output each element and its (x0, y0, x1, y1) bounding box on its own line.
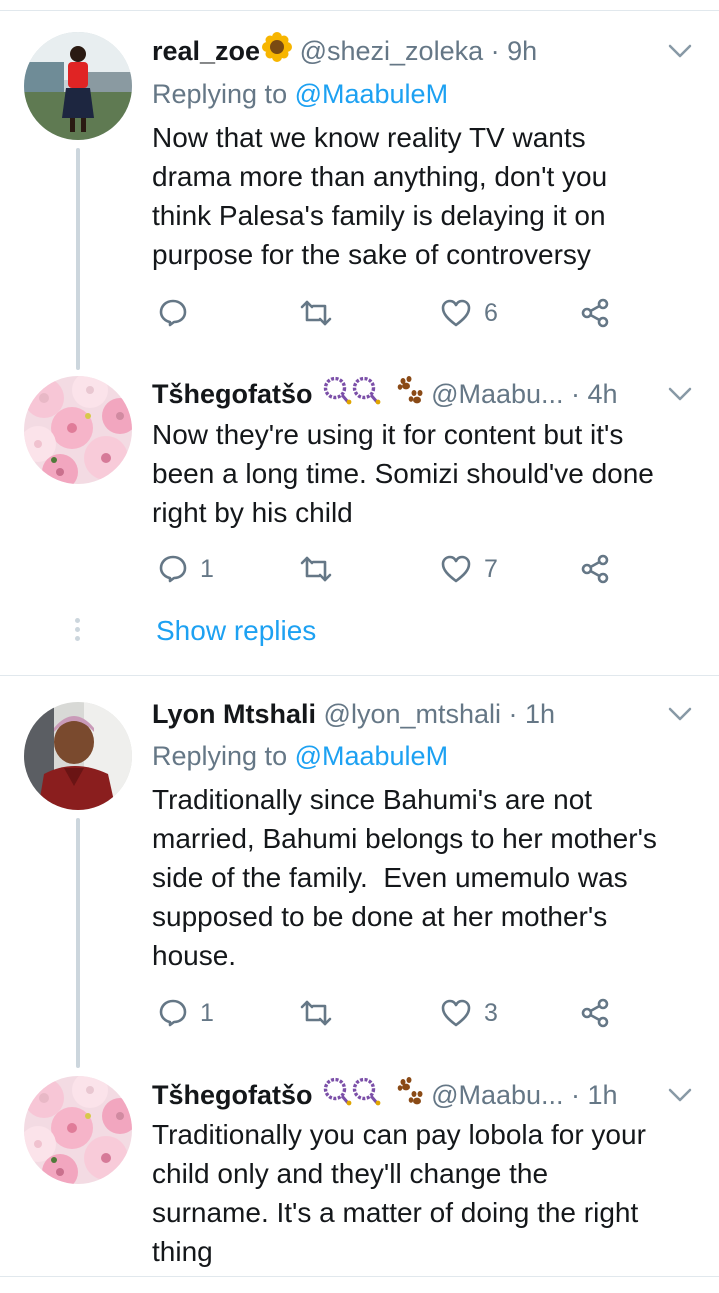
tweet-actions: 6 (152, 293, 632, 333)
tweet-actions: 1 7 (152, 549, 632, 589)
share-icon (580, 998, 610, 1028)
divider (0, 10, 719, 11)
retweet-icon (298, 298, 334, 328)
reply-icon (158, 998, 188, 1028)
share-icon (580, 554, 610, 584)
share-button[interactable] (580, 293, 610, 333)
reply-icon (158, 298, 188, 328)
retweet-icon (298, 554, 334, 584)
thread-line (76, 148, 80, 370)
reply-count: 1 (200, 998, 214, 1027)
avatar[interactable] (24, 1076, 132, 1184)
divider (0, 1276, 719, 1277)
handle[interactable]: @Maabu... (431, 379, 563, 409)
timestamp[interactable]: · 1h (509, 699, 556, 729)
prayer-beads-icon (322, 375, 384, 416)
display-name[interactable]: real_zoe (152, 36, 260, 66)
avatar[interactable] (24, 376, 132, 484)
show-replies-link[interactable]: Show replies (156, 611, 316, 651)
handle[interactable]: @lyon_mtshali (324, 699, 501, 729)
replying-prefix: Replying to (152, 741, 295, 771)
reply-button[interactable]: 1 (158, 993, 214, 1033)
timestamp[interactable]: · 4h (571, 379, 618, 409)
share-button[interactable] (580, 549, 610, 589)
chevron-down-icon[interactable] (667, 701, 693, 727)
tweet-text: Traditionally you can pay lobola for you… (152, 1119, 646, 1267)
display-name[interactable]: Tšhegofatšo (152, 1080, 313, 1110)
paw-prints-icon (394, 375, 424, 416)
share-button[interactable] (580, 993, 610, 1033)
timestamp[interactable]: · 9h (491, 36, 538, 66)
heart-icon (440, 998, 472, 1028)
sunflower-icon (262, 32, 293, 73)
replying-prefix: Replying to (152, 79, 295, 109)
timestamp[interactable]: · 1h (571, 1080, 618, 1110)
reply-icon (158, 554, 188, 584)
like-count: 3 (484, 998, 498, 1027)
like-count: 6 (484, 298, 498, 327)
handle[interactable]: @shezi_zoleka (300, 36, 484, 66)
thread-dots (75, 618, 81, 645)
avatar[interactable] (24, 702, 132, 810)
tweet-text: Now that we know reality TV wants drama … (152, 122, 608, 270)
chevron-down-icon[interactable] (667, 38, 693, 64)
replying-to: Replying to @MaabuleM (152, 736, 448, 776)
mention-link[interactable]: @MaabuleM (295, 79, 448, 109)
chevron-down-icon[interactable] (667, 381, 693, 407)
avatar[interactable] (24, 32, 132, 140)
handle[interactable]: @Maabu... (431, 1080, 563, 1110)
retweet-button[interactable] (298, 549, 346, 589)
divider (0, 675, 719, 676)
reply-button[interactable]: 1 (158, 549, 214, 589)
like-button[interactable]: 7 (440, 549, 498, 589)
tweet-actions: 1 3 (152, 993, 632, 1033)
retweet-button[interactable] (298, 293, 346, 333)
tweet-text: Traditionally since Bahumi's are not mar… (152, 784, 657, 971)
like-button[interactable]: 6 (440, 293, 498, 333)
prayer-beads-icon (322, 1076, 384, 1117)
tweet-text: Now they're using it for content but it'… (152, 419, 654, 528)
mention-link[interactable]: @MaabuleM (295, 741, 448, 771)
reply-button[interactable] (158, 293, 200, 333)
heart-icon (440, 298, 472, 328)
chevron-down-icon[interactable] (667, 1082, 693, 1108)
tweet-header: Lyon Mtshali @lyon_mtshali · 1h (152, 694, 555, 734)
replying-to: Replying to @MaabuleM (152, 74, 448, 114)
thread-line (76, 818, 80, 1068)
tweet-header: Tšhegofatšo @Maabu... · 4h (152, 374, 618, 414)
paw-prints-icon (394, 1076, 424, 1117)
heart-icon (440, 554, 472, 584)
retweet-button[interactable] (298, 993, 346, 1033)
tweet-header: Tšhegofatšo @Maabu... · 1h (152, 1075, 618, 1115)
reply-count: 1 (200, 554, 214, 583)
display-name[interactable]: Tšhegofatšo (152, 379, 313, 409)
display-name[interactable]: Lyon Mtshali (152, 699, 316, 729)
share-icon (580, 298, 610, 328)
tweet-header: real_zoe @shezi_zoleka · 9h (152, 31, 537, 71)
retweet-icon (298, 998, 334, 1028)
like-count: 7 (484, 554, 498, 583)
like-button[interactable]: 3 (440, 993, 498, 1033)
